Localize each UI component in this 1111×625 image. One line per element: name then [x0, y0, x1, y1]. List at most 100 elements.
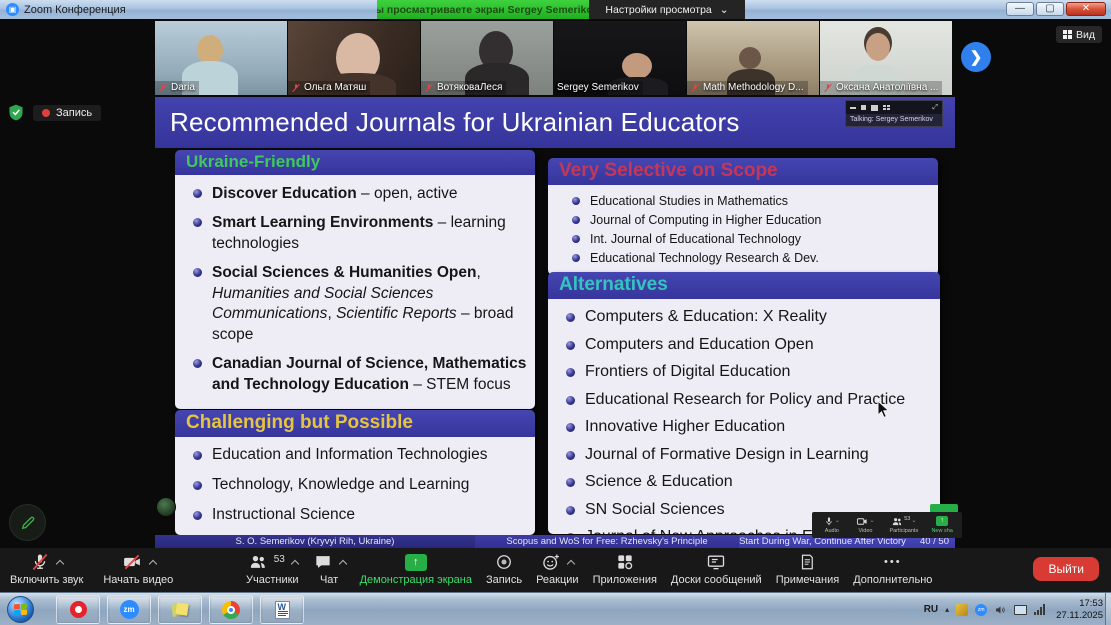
reactions-smiley-icon — [541, 552, 561, 572]
participant-tile[interactable]: Daria — [155, 21, 287, 95]
footer-short-title: Scopus and WoS for Free: Rzhevsky's Prin… — [475, 535, 739, 548]
journal-entry: Journal of New Approaches in E — [585, 528, 813, 534]
list-item: Int. Journal of Educational Technology — [560, 232, 930, 246]
more-button[interactable]: ••• Дополнительно — [853, 551, 932, 586]
journal-entry: Journal of Formative Design in Learning — [585, 446, 869, 464]
record-icon — [494, 552, 514, 572]
participant-tile[interactable]: ВотяковаЛеся — [421, 21, 553, 95]
apps-button[interactable]: Приложения — [593, 551, 657, 586]
start-video-button[interactable]: Начать видео — [103, 551, 173, 586]
view-settings-dropdown[interactable]: Настройки просмотра⌄ — [589, 0, 745, 19]
pencil-icon — [19, 514, 37, 532]
taskbar-app-zoom[interactable]: zm — [107, 595, 151, 624]
journal-list: Discover Education – open, activeSmart L… — [187, 184, 527, 395]
minimize-button[interactable]: — — [1006, 2, 1034, 16]
record-button[interactable]: Запись — [486, 551, 522, 586]
slide-title-band: Recommended Journals for Ukrainian Educa… — [155, 97, 955, 148]
unmute-button[interactable]: Включить звук — [10, 551, 83, 586]
sticky-notes-icon — [171, 601, 189, 619]
list-item: Journal of Formative Design in Learning — [560, 446, 932, 464]
camera-icon — [856, 516, 868, 527]
view-button[interactable]: Вид — [1056, 26, 1102, 43]
chevron-up-icon[interactable] — [291, 559, 299, 567]
panel-small-view-icon[interactable] — [861, 105, 866, 110]
show-desktop-button[interactable] — [1105, 593, 1111, 625]
journal-list: Educational Studies in MathematicsJourna… — [560, 194, 930, 265]
taskbar-app-word[interactable] — [260, 595, 304, 624]
taskbar-clock[interactable]: 17:53 27.11.2025 — [1056, 598, 1103, 622]
mini-video-control[interactable]: ⌄ Video — [850, 516, 882, 534]
bullet-icon — [566, 451, 575, 460]
reactions-button[interactable]: Реакции — [536, 551, 579, 586]
zoom-meeting-window: ▣ Zoom Конференция Вы просматриваете экр… — [0, 0, 1111, 625]
camera-bubble[interactable] — [156, 497, 176, 517]
mic-muted-icon — [823, 83, 833, 93]
notes-button[interactable]: Примечания — [776, 551, 840, 586]
bullet-icon — [566, 478, 575, 487]
chevron-up-icon[interactable] — [149, 559, 157, 567]
block-title: Alternatives — [548, 272, 940, 299]
list-item: Computers and Education Open — [560, 336, 932, 354]
network-icon[interactable] — [1014, 605, 1027, 615]
chat-button[interactable]: Чат — [313, 551, 346, 586]
bullet-icon — [566, 423, 575, 432]
participants-button[interactable]: 53 Участники — [246, 551, 299, 586]
clock-date: 27.11.2025 — [1056, 610, 1103, 622]
video-strip: Daria Ольга Матяш ВотяковаЛеся Sergey Se… — [155, 21, 953, 95]
language-indicator[interactable]: RU — [924, 604, 938, 615]
participant-tile[interactable]: Оксана Анатоліївна ... — [820, 21, 952, 95]
maximize-button[interactable]: ▢ — [1036, 2, 1064, 16]
notes-icon — [798, 552, 816, 572]
participants-count-badge: 53 — [274, 554, 285, 565]
camera-muted-icon — [121, 552, 143, 572]
mini-audio-control[interactable]: ⌄ Audio — [816, 516, 848, 534]
volume-icon[interactable] — [994, 604, 1007, 616]
recording-pill[interactable]: Запись — [33, 105, 101, 121]
panel-gallery-view-icon[interactable] — [883, 105, 890, 111]
chevron-up-icon[interactable] — [338, 559, 346, 567]
block-title: Very Selective on Scope — [548, 158, 938, 185]
next-participants-button[interactable]: ❯ — [961, 42, 991, 72]
participant-tile[interactable]: Ольга Матяш — [288, 21, 420, 95]
participant-name: Оксана Анатоліївна ... — [836, 82, 938, 93]
journal-entry: SN Social Sciences — [585, 501, 725, 519]
panel-large-view-icon[interactable] — [871, 105, 878, 111]
mini-new-share-control[interactable]: ↑ New sha — [926, 516, 958, 534]
list-item: Education and Information Technologies — [187, 446, 527, 464]
panel-minimize-icon[interactable] — [850, 107, 856, 109]
taskbar-app-opera[interactable] — [56, 595, 100, 624]
tray-zoom-icon[interactable]: zm — [975, 604, 987, 616]
taskbar-app-sticky-notes[interactable] — [158, 595, 202, 624]
annotate-button[interactable] — [9, 504, 46, 541]
participant-name: Math Methodology D... — [703, 82, 804, 93]
signal-bars-icon[interactable] — [1034, 604, 1045, 615]
tray-caret-icon[interactable]: ▴ — [945, 605, 949, 614]
journal-entry: Instructional Science — [212, 506, 355, 524]
share-screen-button[interactable]: ↑ Демонстрация экрана — [360, 551, 472, 586]
taskbar-app-chrome[interactable] — [209, 595, 253, 624]
mic-muted-icon — [690, 83, 700, 93]
participant-tile-active-speaker[interactable]: Sergey Semerikov — [554, 21, 686, 95]
mic-muted-icon — [424, 83, 434, 93]
journal-entry: Science & Education — [585, 473, 733, 491]
leave-meeting-button[interactable]: Выйти — [1033, 557, 1099, 581]
start-button[interactable] — [7, 596, 34, 623]
chevron-up-icon[interactable] — [56, 559, 64, 567]
bullet-icon — [193, 511, 202, 520]
participant-tile[interactable]: Math Methodology D... — [687, 21, 819, 95]
panel-expand-icon[interactable]: ⤢ — [932, 104, 938, 112]
bullet-icon — [572, 197, 580, 205]
list-item: Educational Studies in Mathematics — [560, 194, 930, 208]
mini-participants-control[interactable]: 53 ⌄ Participants — [883, 516, 924, 534]
chevron-up-icon[interactable] — [567, 559, 575, 567]
close-button[interactable]: ✕ — [1066, 2, 1106, 16]
tray-notification-icon[interactable] — [956, 604, 968, 616]
block-challenging-but-possible: Challenging but Possible Education and I… — [175, 410, 535, 535]
journal-entry: Social Sciences & Humanities Open, Human… — [212, 263, 527, 345]
bullet-icon — [566, 341, 575, 350]
bullet-icon — [193, 481, 202, 490]
journal-entry: Educational Technology Research & Dev. — [590, 251, 819, 265]
whiteboards-button[interactable]: Доски сообщений — [671, 551, 762, 586]
participant-name: ВотяковаЛеся — [437, 82, 502, 93]
zoom-icon: zm — [120, 600, 139, 619]
